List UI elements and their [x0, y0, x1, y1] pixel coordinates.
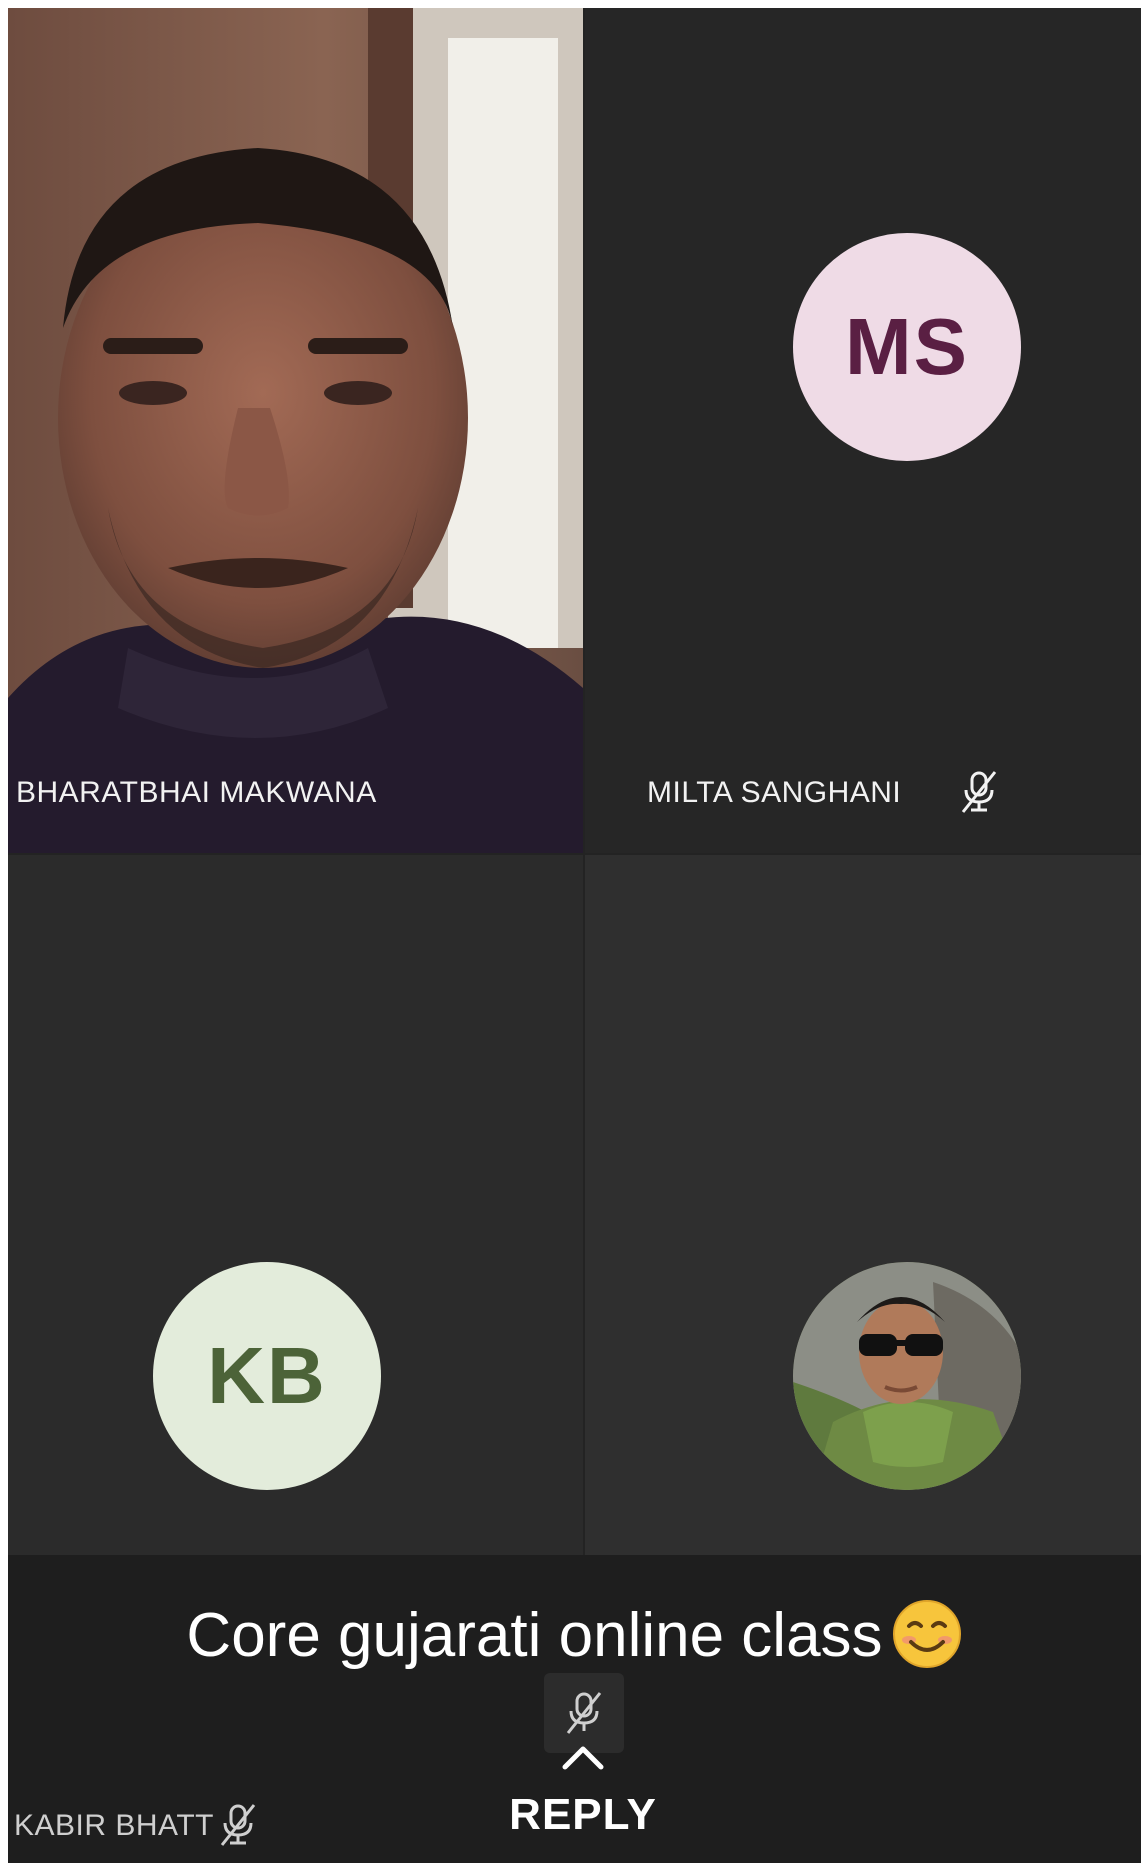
camera-feed — [8, 8, 583, 853]
participant-name: BHARATBHAI MAKWANA — [16, 776, 377, 809]
presenter-name: KABIR BHATT — [14, 1809, 214, 1842]
avatar-photo — [793, 1262, 1021, 1490]
participant-tile-kb[interactable]: KB — [8, 855, 583, 1555]
caption-text: Core gujarati online class — [186, 1601, 883, 1670]
participant-name: MILTA SANGHANI — [647, 776, 902, 809]
participant-tile-bharatbhai[interactable]: BHARATBHAI MAKWANA — [8, 8, 583, 853]
avatar-initials: MS — [793, 233, 1021, 461]
status-caption: Core gujarati online class — [8, 1598, 1141, 1671]
avatar-initials: KB — [153, 1262, 381, 1490]
smiling-face-icon — [892, 1600, 961, 1668]
video-call-grid: BHARATBHAI MAKWANA MS MILTA SANGHANI KB — [8, 8, 1141, 1863]
mic-off-icon — [961, 771, 997, 813]
chevron-up-icon[interactable] — [559, 1741, 607, 1771]
mic-off-icon — [566, 1692, 602, 1734]
reply-button[interactable]: REPLY — [483, 1790, 683, 1840]
mic-off-icon — [220, 1804, 256, 1846]
participant-tile-milta[interactable]: MS MILTA SANGHANI — [585, 8, 1141, 853]
participant-tile-photo[interactable] — [585, 855, 1141, 1555]
